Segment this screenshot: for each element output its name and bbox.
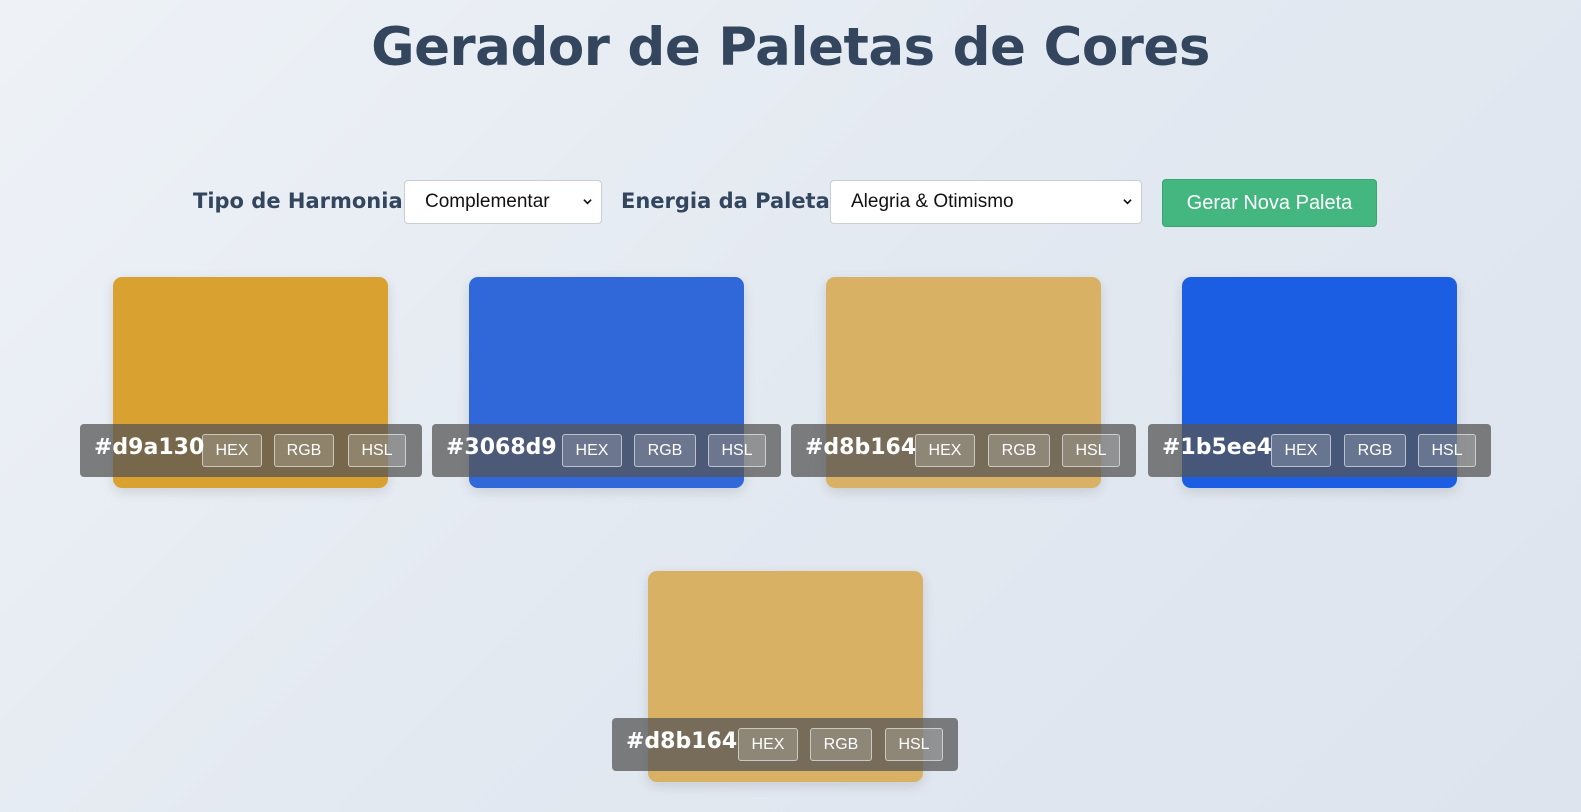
palette-energy-select[interactable]: Alegria & Otimismo bbox=[830, 180, 1142, 224]
copy-hsl-button[interactable]: HSL bbox=[885, 728, 943, 761]
generate-palette-button[interactable]: Gerar Nova Paleta bbox=[1162, 179, 1377, 227]
chevron-down-icon bbox=[583, 199, 592, 205]
copy-hsl-button[interactable]: HSL bbox=[708, 434, 766, 467]
palette-energy-label: Energia da Paleta: bbox=[621, 189, 839, 213]
copy-hex-button[interactable]: HEX bbox=[915, 434, 975, 467]
color-hex-code: #1b5ee4 bbox=[1162, 435, 1272, 460]
copy-hex-button[interactable]: HEX bbox=[562, 434, 622, 467]
copy-hex-button[interactable]: HEX bbox=[202, 434, 262, 467]
chevron-down-icon bbox=[1123, 199, 1132, 205]
copy-hsl-button[interactable]: HSL bbox=[348, 434, 406, 467]
harmony-type-value: Complementar bbox=[425, 191, 550, 212]
copy-rgb-button[interactable]: RGB bbox=[988, 434, 1050, 467]
color-info-bar: #d8b164 HEX RGB HSL bbox=[612, 718, 958, 771]
color-hex-code: #d8b164 bbox=[626, 729, 738, 754]
color-hex-code: #d9a130 bbox=[94, 435, 205, 460]
harmony-type-select[interactable]: Complementar bbox=[404, 180, 602, 224]
color-hex-code: #3068d9 bbox=[446, 435, 557, 460]
color-hex-code: #d8b164 bbox=[805, 435, 917, 460]
copy-hsl-button[interactable]: HSL bbox=[1062, 434, 1120, 467]
color-info-bar: #1b5ee4 HEX RGB HSL bbox=[1148, 424, 1491, 477]
copy-hex-button[interactable]: HEX bbox=[738, 728, 798, 761]
copy-hex-button[interactable]: HEX bbox=[1271, 434, 1331, 467]
copy-rgb-button[interactable]: RGB bbox=[1344, 434, 1406, 467]
palette-energy-value: Alegria & Otimismo bbox=[851, 191, 1014, 212]
copy-rgb-button[interactable]: RGB bbox=[634, 434, 696, 467]
page-title: Gerador de Paletas de Cores bbox=[371, 17, 1210, 78]
color-info-bar: #d8b164 HEX RGB HSL bbox=[791, 424, 1136, 477]
color-info-bar: #3068d9 HEX RGB HSL bbox=[432, 424, 781, 477]
harmony-type-label: Tipo de Harmonia: bbox=[193, 189, 412, 213]
copy-rgb-button[interactable]: RGB bbox=[274, 434, 334, 467]
copy-rgb-button[interactable]: RGB bbox=[810, 728, 872, 761]
palette-controls: Tipo de Harmonia: Complementar Energia d… bbox=[0, 179, 1581, 227]
copy-hsl-button[interactable]: HSL bbox=[1418, 434, 1476, 467]
color-info-bar: #d9a130 HEX RGB HSL bbox=[80, 424, 422, 477]
